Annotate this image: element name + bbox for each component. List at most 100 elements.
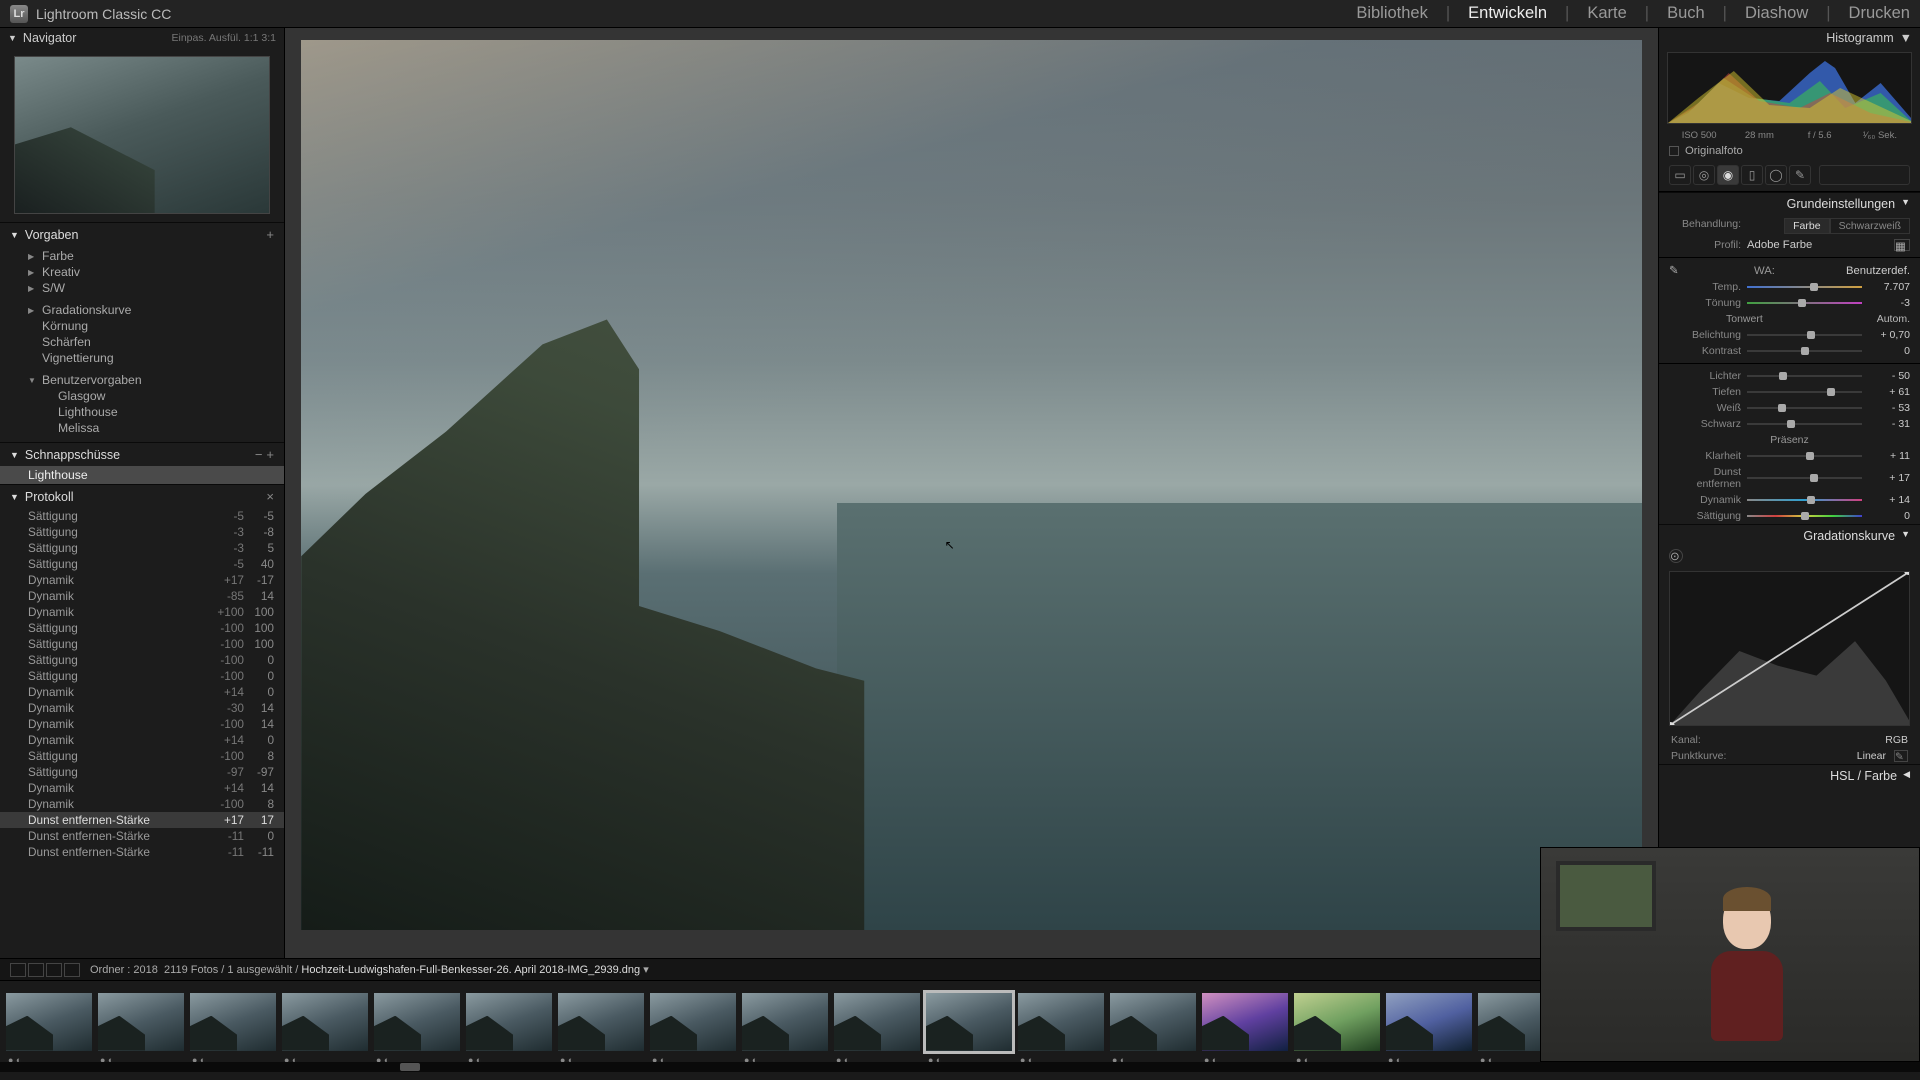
slider-value[interactable]: + 14 <box>1868 494 1910 506</box>
module-tab-buch[interactable]: Buch <box>1667 4 1705 23</box>
treatment-bw-option[interactable]: Schwarzweiß <box>1830 218 1910 234</box>
slider-temp[interactable]: Temp.7.707 <box>1659 279 1920 295</box>
navigator-preview[interactable] <box>14 56 270 214</box>
preset-item[interactable]: ▶Gradationskurve <box>0 302 284 318</box>
slider-blacks[interactable]: Schwarz- 31 <box>1659 416 1920 432</box>
module-tab-entwickeln[interactable]: Entwickeln <box>1468 4 1547 23</box>
preset-group-user[interactable]: ▼Benutzervorgaben <box>0 372 284 388</box>
snapshot-item-selected[interactable]: Lighthouse <box>0 466 284 484</box>
history-header[interactable]: ▼ Protokoll × <box>0 484 284 508</box>
history-step[interactable]: Dynamik+100100 <box>0 604 284 620</box>
preset-item[interactable]: ▶Kreativ <box>0 264 284 280</box>
history-step[interactable]: Dynamik+140 <box>0 684 284 700</box>
treatment-color-option[interactable]: Farbe <box>1784 218 1829 234</box>
slider-track[interactable] <box>1747 346 1862 356</box>
slider-track[interactable] <box>1747 282 1862 292</box>
slider-highlights[interactable]: Lichter- 50 <box>1659 368 1920 384</box>
slider-knob[interactable] <box>1806 452 1814 460</box>
preset-item[interactable]: Körnung <box>0 318 284 334</box>
mask-area[interactable] <box>1819 165 1910 185</box>
filmstrip-thumb[interactable]: ● ◐ <box>374 993 460 1051</box>
compare-view-icon[interactable] <box>46 963 62 977</box>
gradient-tool-icon[interactable]: ▯ <box>1741 165 1763 185</box>
loupe-view-icon[interactable] <box>28 963 44 977</box>
pointcurve-value[interactable]: Linear <box>1857 750 1886 762</box>
slider-knob[interactable] <box>1810 283 1818 291</box>
history-step[interactable]: Dynamik-8514 <box>0 588 284 604</box>
slider-knob[interactable] <box>1787 420 1795 428</box>
slider-value[interactable]: + 61 <box>1868 386 1910 398</box>
crop-tool-icon[interactable]: ▭ <box>1669 165 1691 185</box>
spot-tool-icon[interactable]: ◎ <box>1693 165 1715 185</box>
slider-vibrance[interactable]: Dynamik+ 14 <box>1659 492 1920 508</box>
navigator-header[interactable]: ▼ Navigator Einpas. Ausfül. 1:1 3:1 <box>0 28 284 48</box>
history-step[interactable]: Sättigung-35 <box>0 540 284 556</box>
slider-contrast[interactable]: Kontrast0 <box>1659 343 1920 359</box>
history-step[interactable]: Sättigung-540 <box>0 556 284 572</box>
slider-track[interactable] <box>1747 419 1862 429</box>
preset-item[interactable]: Schärfen <box>0 334 284 350</box>
preset-item[interactable]: Lighthouse <box>0 404 284 420</box>
slider-value[interactable]: - 50 <box>1868 370 1910 382</box>
slider-exposure[interactable]: Belichtung+ 0,70 <box>1659 327 1920 343</box>
history-step[interactable]: Sättigung-100100 <box>0 636 284 652</box>
slider-track[interactable] <box>1747 403 1862 413</box>
grid-view-icon[interactable] <box>10 963 26 977</box>
preset-item[interactable]: Glasgow <box>0 388 284 404</box>
clear-history-icon[interactable]: × <box>266 489 274 504</box>
slider-knob[interactable] <box>1801 347 1809 355</box>
slider-track[interactable] <box>1747 387 1862 397</box>
slider-value[interactable]: -3 <box>1868 297 1910 309</box>
module-tab-drucken[interactable]: Drucken <box>1849 4 1910 23</box>
filmstrip-thumb[interactable]: ● ◐ <box>742 993 828 1051</box>
slider-value[interactable]: 7.707 <box>1868 281 1910 293</box>
curve-panel-header[interactable]: Gradationskurve ▼ <box>1659 524 1920 547</box>
history-step[interactable]: Sättigung-100100 <box>0 620 284 636</box>
slider-track[interactable] <box>1747 511 1862 521</box>
filmstrip-thumb[interactable]: ● ◐ <box>1386 993 1472 1051</box>
slider-dehaze[interactable]: Dunst entfernen+ 17 <box>1659 464 1920 492</box>
history-step[interactable]: Dynamik+1414 <box>0 780 284 796</box>
preset-item[interactable]: ▶S/W <box>0 280 284 296</box>
add-preset-icon[interactable]: + <box>266 227 274 242</box>
slider-knob[interactable] <box>1779 372 1787 380</box>
tone-curve-chart[interactable] <box>1669 571 1910 726</box>
slider-knob[interactable] <box>1801 512 1809 520</box>
history-step[interactable]: Dynamik-10014 <box>0 716 284 732</box>
curve-target-icon[interactable]: ⊙ <box>1669 549 1683 563</box>
history-step[interactable]: Sättigung-1000 <box>0 668 284 684</box>
filmstrip-thumb[interactable]: ● ◐ <box>1294 993 1380 1051</box>
filmstrip-scrollbar[interactable] <box>0 1062 1920 1072</box>
slider-value[interactable]: + 11 <box>1868 450 1910 462</box>
slider-value[interactable]: + 0,70 <box>1868 329 1910 341</box>
history-step[interactable]: Sättigung-5-5 <box>0 508 284 524</box>
channel-value[interactable]: RGB <box>1885 734 1908 746</box>
history-step[interactable]: Sättigung-3-8 <box>0 524 284 540</box>
filmstrip-thumb[interactable]: ● ◐ <box>282 993 368 1051</box>
survey-view-icon[interactable] <box>64 963 80 977</box>
scrollbar-handle[interactable] <box>400 1063 420 1071</box>
module-tab-diashow[interactable]: Diashow <box>1745 4 1808 23</box>
auto-tone-button[interactable]: Autom. <box>1877 313 1910 325</box>
history-step[interactable]: Sättigung-1000 <box>0 652 284 668</box>
basic-panel-header[interactable]: Grundeinstellungen ▼ <box>1659 192 1920 215</box>
snapshots-header[interactable]: ▼ Schnappschüsse − + <box>0 442 284 466</box>
module-tab-karte[interactable]: Karte <box>1587 4 1626 23</box>
filmstrip-thumb[interactable]: ● ◐ <box>1018 993 1104 1051</box>
preset-item[interactable]: ▶Farbe <box>0 248 284 264</box>
slider-shadows[interactable]: Tiefen+ 61 <box>1659 384 1920 400</box>
folder-name[interactable]: 2018 <box>133 964 157 976</box>
filmstrip-thumb[interactable]: ● ◐ <box>190 993 276 1051</box>
filmstrip-thumb[interactable]: ● ◐ <box>834 993 920 1051</box>
slider-value[interactable]: - 53 <box>1868 402 1910 414</box>
slider-value[interactable]: - 31 <box>1868 418 1910 430</box>
module-tab-bibliothek[interactable]: Bibliothek <box>1356 4 1428 23</box>
snapshot-plus-icon[interactable]: + <box>266 447 274 462</box>
view-mode-buttons[interactable] <box>10 963 80 977</box>
filmstrip-thumb[interactable]: ● ◐ <box>466 993 552 1051</box>
radial-tool-icon[interactable]: ◯ <box>1765 165 1787 185</box>
preset-item[interactable]: Vignettierung <box>0 350 284 366</box>
slider-value[interactable]: 0 <box>1868 510 1910 522</box>
filmstrip-thumb[interactable]: ● ◐ <box>6 993 92 1051</box>
slider-track[interactable] <box>1747 298 1862 308</box>
